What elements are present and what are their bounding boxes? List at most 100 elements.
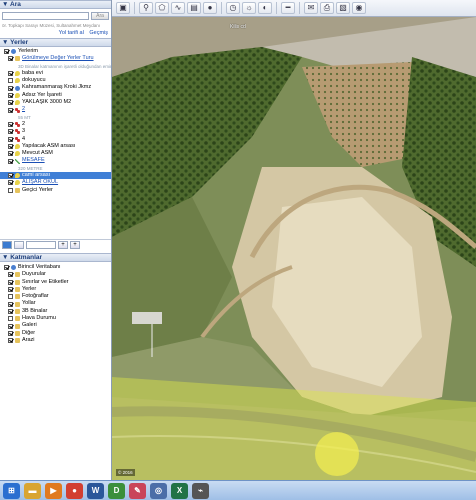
media-player-icon[interactable]: ▶ — [45, 482, 62, 499]
visibility-checkbox[interactable] — [8, 71, 13, 77]
places-item[interactable]: Yapılacak ASM arsası — [0, 143, 111, 150]
dots-icon — [15, 136, 20, 142]
maps-icon[interactable]: ◉ — [352, 2, 366, 14]
visibility-checkbox[interactable] — [8, 316, 13, 322]
search-links: Yol tarifi al Geçmiş — [0, 28, 111, 38]
visibility-checkbox[interactable] — [8, 272, 13, 278]
usb-icon[interactable]: ⌁ — [192, 482, 209, 499]
visibility-checkbox[interactable] — [4, 49, 9, 55]
layers-item[interactable]: Sınırlar ve Etiketler — [0, 279, 111, 286]
places-item[interactable]: cami arsası — [0, 172, 111, 180]
places-item[interactable]: 320 METRE — [0, 165, 111, 172]
layers-item[interactable]: 3B Binalar — [0, 308, 111, 315]
road-label: Kilis cd — [230, 24, 246, 30]
places-item[interactable]: 2 — [0, 121, 111, 128]
sun-icon[interactable]: ☼ — [242, 2, 256, 14]
places-item[interactable]: MESAFE — [0, 157, 111, 164]
visibility-checkbox[interactable] — [8, 279, 13, 285]
visibility-checkbox[interactable] — [8, 173, 13, 179]
tour-icon[interactable]: ● — [203, 2, 217, 14]
layers-item[interactable]: Fotoğraflar — [0, 293, 111, 300]
search-button[interactable]: Ara — [91, 12, 109, 20]
ruler-icon[interactable]: ━ — [281, 2, 295, 14]
search-panel-header[interactable]: ▼ Ara — [0, 0, 111, 9]
word-icon[interactable]: W — [87, 482, 104, 499]
places-item[interactable]: 3D Binalar katmanının işaretli olduğunda… — [0, 63, 111, 70]
visibility-checkbox[interactable] — [8, 78, 13, 84]
paint-icon[interactable]: ✎ — [129, 482, 146, 499]
visibility-checkbox[interactable] — [8, 158, 13, 164]
move-down-button[interactable]: + — [70, 240, 80, 249]
visibility-checkbox[interactable] — [8, 308, 13, 314]
visibility-checkbox[interactable] — [8, 85, 13, 91]
visibility-checkbox[interactable] — [8, 92, 13, 98]
places-item[interactable]: 55 MT — [0, 114, 111, 121]
visibility-checkbox[interactable] — [8, 301, 13, 307]
layers-item[interactable]: Duyurular — [0, 271, 111, 278]
places-item[interactable]: 4 — [0, 136, 111, 143]
path-icon[interactable]: ∿ — [171, 2, 185, 14]
d-app-icon[interactable]: D — [108, 482, 125, 499]
layers-item[interactable]: Arazi — [0, 337, 111, 344]
layers-panel-header[interactable]: ▼ Katmanlar — [0, 253, 111, 262]
history-link[interactable]: Geçmiş — [89, 30, 108, 36]
folder-icon — [15, 316, 20, 322]
places-item[interactable]: baba evi — [0, 70, 111, 77]
layers-item[interactable]: Yerler — [0, 286, 111, 293]
visibility-checkbox[interactable] — [8, 323, 13, 329]
history-icon[interactable]: ◷ — [226, 2, 240, 14]
places-filter-input[interactable] — [26, 240, 56, 249]
visibility-checkbox[interactable] — [8, 56, 13, 62]
layers-item[interactable]: Birincil Veritabanı — [0, 264, 111, 271]
layers-item[interactable]: Hava Durumu — [0, 315, 111, 322]
places-item[interactable]: Mevcut ASM — [0, 150, 111, 157]
visibility-checkbox[interactable] — [8, 294, 13, 300]
earth-icon[interactable]: ◎ — [150, 482, 167, 499]
visibility-checkbox[interactable] — [8, 187, 13, 193]
places-item[interactable]: Adsız Yer İşareti — [0, 92, 111, 99]
places-item[interactable]: YAKLAŞIK 3000 M2 — [0, 99, 111, 106]
sidebar-toggle-button[interactable]: ▣ — [116, 2, 130, 14]
visibility-checkbox[interactable] — [8, 180, 13, 186]
visibility-checkbox[interactable] — [8, 330, 13, 336]
places-item[interactable]: Geçici Yerler — [0, 187, 111, 194]
excel-icon[interactable]: X — [171, 482, 188, 499]
visibility-checkbox[interactable] — [8, 107, 13, 113]
chrome-icon[interactable]: ● — [66, 482, 83, 499]
polygon-icon[interactable]: ⬠ — [155, 2, 169, 14]
places-panel-header[interactable]: ▼ Yerler — [0, 38, 111, 47]
places-item[interactable]: Kahramanmaraş Kroki Jkmz — [0, 84, 111, 91]
move-up-button[interactable]: + — [58, 240, 68, 249]
layers-item[interactable]: Yollar — [0, 300, 111, 307]
places-item[interactable]: Yerlerim — [0, 48, 111, 55]
map-view[interactable]: Kilis cd © 2016 — [112, 17, 476, 480]
placemark-icon[interactable]: ⚲ — [139, 2, 153, 14]
visibility-checkbox[interactable] — [8, 129, 13, 135]
search-input[interactable] — [2, 12, 89, 20]
visibility-checkbox[interactable] — [8, 287, 13, 293]
places-item[interactable]: 3 — [0, 128, 111, 135]
layers-item[interactable]: Diğer — [0, 330, 111, 337]
folder-icon[interactable]: ▬ — [24, 482, 41, 499]
places-item[interactable]: dokuyucu — [0, 77, 111, 84]
places-item[interactable]: ALIŞAR OKUL — [0, 179, 111, 186]
save-image-icon[interactable]: ▧ — [336, 2, 350, 14]
route-link[interactable]: Yol tarifi al — [59, 30, 84, 36]
email-icon[interactable]: ✉ — [304, 2, 318, 14]
overlay-icon[interactable]: ▤ — [187, 2, 201, 14]
visibility-checkbox[interactable] — [8, 100, 13, 106]
visibility-checkbox[interactable] — [8, 151, 13, 157]
start-orb-icon[interactable]: ⊞ — [3, 482, 20, 499]
layers-item[interactable]: Galeri — [0, 322, 111, 329]
search-places-button[interactable] — [2, 240, 12, 249]
visibility-checkbox[interactable] — [4, 265, 9, 271]
places-item[interactable]: 2 — [0, 106, 111, 113]
visibility-checkbox[interactable] — [8, 338, 13, 344]
visibility-checkbox[interactable] — [8, 144, 13, 149]
places-item[interactable]: Görülmeye Değer Yerler Turu — [0, 55, 111, 62]
visibility-checkbox[interactable] — [8, 122, 13, 128]
planet-icon[interactable]: ◐ — [258, 2, 272, 14]
print-icon[interactable]: ⎙ — [320, 2, 334, 14]
visibility-checkbox[interactable] — [8, 136, 13, 142]
places-menu-button[interactable] — [14, 240, 24, 249]
